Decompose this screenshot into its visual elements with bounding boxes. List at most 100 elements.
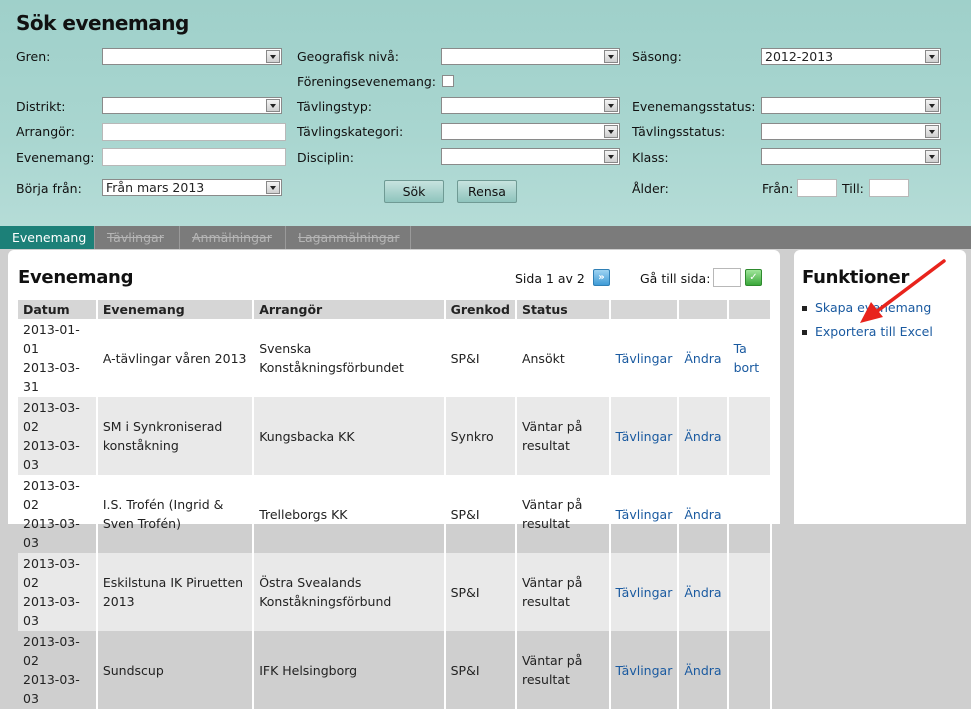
status-cell: Väntar på resultat [515,553,611,631]
andra-link[interactable]: Ändra [684,429,721,444]
chevron-down-icon [266,99,280,112]
date-cell: 2013-01-01 2013-03-31 [18,319,98,397]
organizer-cell: Östra Svealands Konståkningsförbund [253,553,446,631]
page-info: Sida 1 av 2 [515,271,585,286]
alder-fran-label: Från: [762,181,794,196]
tavlingar-link[interactable]: Tävlingar [616,507,673,522]
tab-anmalningar[interactable]: Anmälningar [180,226,286,249]
chevron-down-icon [266,181,280,194]
col-blank-3 [727,300,773,319]
col-evenemang: Evenemang [96,300,255,319]
goto-page-input[interactable] [713,268,741,287]
sasong-select[interactable]: 2012-2013 [761,48,941,65]
date-cell: 2013-03-02 2013-03-03 [18,553,98,631]
tab-evenemang[interactable]: Evenemang [0,226,95,249]
col-arrangor: Arrangör [253,300,446,319]
code-cell: SP&I [444,631,517,709]
tavlingsstatus-select[interactable] [761,123,941,140]
date-cell: 2013-03-02 2013-03-03 [18,631,98,709]
andra-link[interactable]: Ändra [684,585,721,600]
disciplin-select[interactable] [441,148,620,165]
event-name-cell: A-tävlingar våren 2013 [96,319,255,397]
chevron-down-icon [925,50,939,63]
go-check-icon[interactable]: ✓ [745,269,762,286]
col-grenkod: Grenkod [444,300,517,319]
table-row: 2013-03-02 2013-03-03 I.S. Trofén (Ingrid… [18,475,773,553]
tavlingar-link[interactable]: Tävlingar [616,351,673,366]
gren-select[interactable] [102,48,282,65]
tab-laganmalningar[interactable]: Laganmälningar [286,226,411,249]
sasong-label: Säsong: [632,49,682,64]
tavlingstyp-select[interactable] [441,97,620,114]
forening-checkbox[interactable] [442,75,454,87]
arrangor-label: Arrangör: [16,124,75,139]
goto-label: Gå till sida: [640,271,711,286]
borja-label: Börja från: [16,181,82,196]
date-cell: 2013-03-02 2013-03-03 [18,397,98,475]
organizer-cell: IFK Helsingborg [253,631,446,709]
klass-label: Klass: [632,150,669,165]
disciplin-label: Disciplin: [297,150,354,165]
col-blank-2 [678,300,729,319]
status-cell: Väntar på resultat [515,475,611,553]
geo-select[interactable] [441,48,620,65]
chevron-down-icon [604,150,618,163]
chevron-down-icon [266,50,280,63]
bullet-icon [802,306,807,311]
klass-select[interactable] [761,148,941,165]
chevron-down-icon [925,99,939,112]
red-arrow-annotation-icon [860,259,946,323]
andra-link[interactable]: Ändra [684,663,721,678]
ta-bort-link[interactable]: Ta bort [734,341,760,375]
events-table: Datum Evenemang Arrangör Grenkod Status … [18,300,773,709]
chevron-down-icon [604,50,618,63]
evstatus-select[interactable] [761,97,941,114]
andra-link[interactable]: Ändra [684,507,721,522]
alder-fran-input[interactable] [797,179,837,197]
search-button[interactable]: Sök [384,180,444,203]
borja-select[interactable]: Från mars 2013 [102,179,282,196]
forening-label: Föreningsevenemang: [297,74,437,89]
arrangor-input[interactable] [102,123,286,141]
date-cell: 2013-03-02 2013-03-03 [18,475,98,553]
distrikt-label: Distrikt: [16,99,66,114]
status-cell: Ansökt [515,319,611,397]
evenemang-label: Evenemang: [16,150,95,165]
table-header-row: Datum Evenemang Arrangör Grenkod Status [18,300,773,319]
col-datum: Datum [18,300,98,319]
gren-label: Gren: [16,49,51,64]
tavlingskategori-select[interactable] [441,123,620,140]
organizer-cell: Svenska Konståkningsförbundet [253,319,446,397]
table-row: 2013-03-02 2013-03-03 Sundscup IFK Helsin… [18,631,773,709]
code-cell: SP&I [444,475,517,553]
chevron-down-icon [604,99,618,112]
tavlingar-link[interactable]: Tävlingar [616,585,673,600]
alder-till-label: Till: [842,181,864,196]
event-name-cell: SM i Synkroniserad konståkning [96,397,255,475]
col-status: Status [515,300,611,319]
next-page-icon[interactable]: » [593,269,610,286]
distrikt-select[interactable] [102,97,282,114]
andra-link[interactable]: Ändra [684,351,721,366]
table-row: 2013-03-02 2013-03-03 SM i Synkroniserad … [18,397,773,475]
reset-button[interactable]: Rensa [457,180,517,203]
tab-tavlingar[interactable]: Tävlingar [95,226,180,249]
tavlingar-link[interactable]: Tävlingar [616,663,673,678]
col-blank-1 [609,300,680,319]
status-cell: Väntar på resultat [515,397,611,475]
code-cell: SP&I [444,319,517,397]
event-name-cell: Eskilstuna IK Piruetten 2013 [96,553,255,631]
tab-bar: Evenemang Tävlingar Anmälningar Laganmäl… [0,226,971,249]
organizer-cell: Kungsbacka KK [253,397,446,475]
event-name-cell: I.S. Trofén (Ingrid & Sven Trofén) [96,475,255,553]
search-panel: Sök evenemang Gren: Distrikt: Arrangör: … [0,0,971,226]
chevron-down-icon [925,150,939,163]
chevron-down-icon [604,125,618,138]
alder-label: Ålder: [632,181,669,196]
events-heading: Evenemang [18,267,134,288]
evenemang-input[interactable] [102,148,286,166]
evstatus-label: Evenemangsstatus: [632,99,756,114]
geo-label: Geografisk nivå: [297,49,400,64]
tavlingar-link[interactable]: Tävlingar [616,429,673,444]
alder-till-input[interactable] [869,179,909,197]
